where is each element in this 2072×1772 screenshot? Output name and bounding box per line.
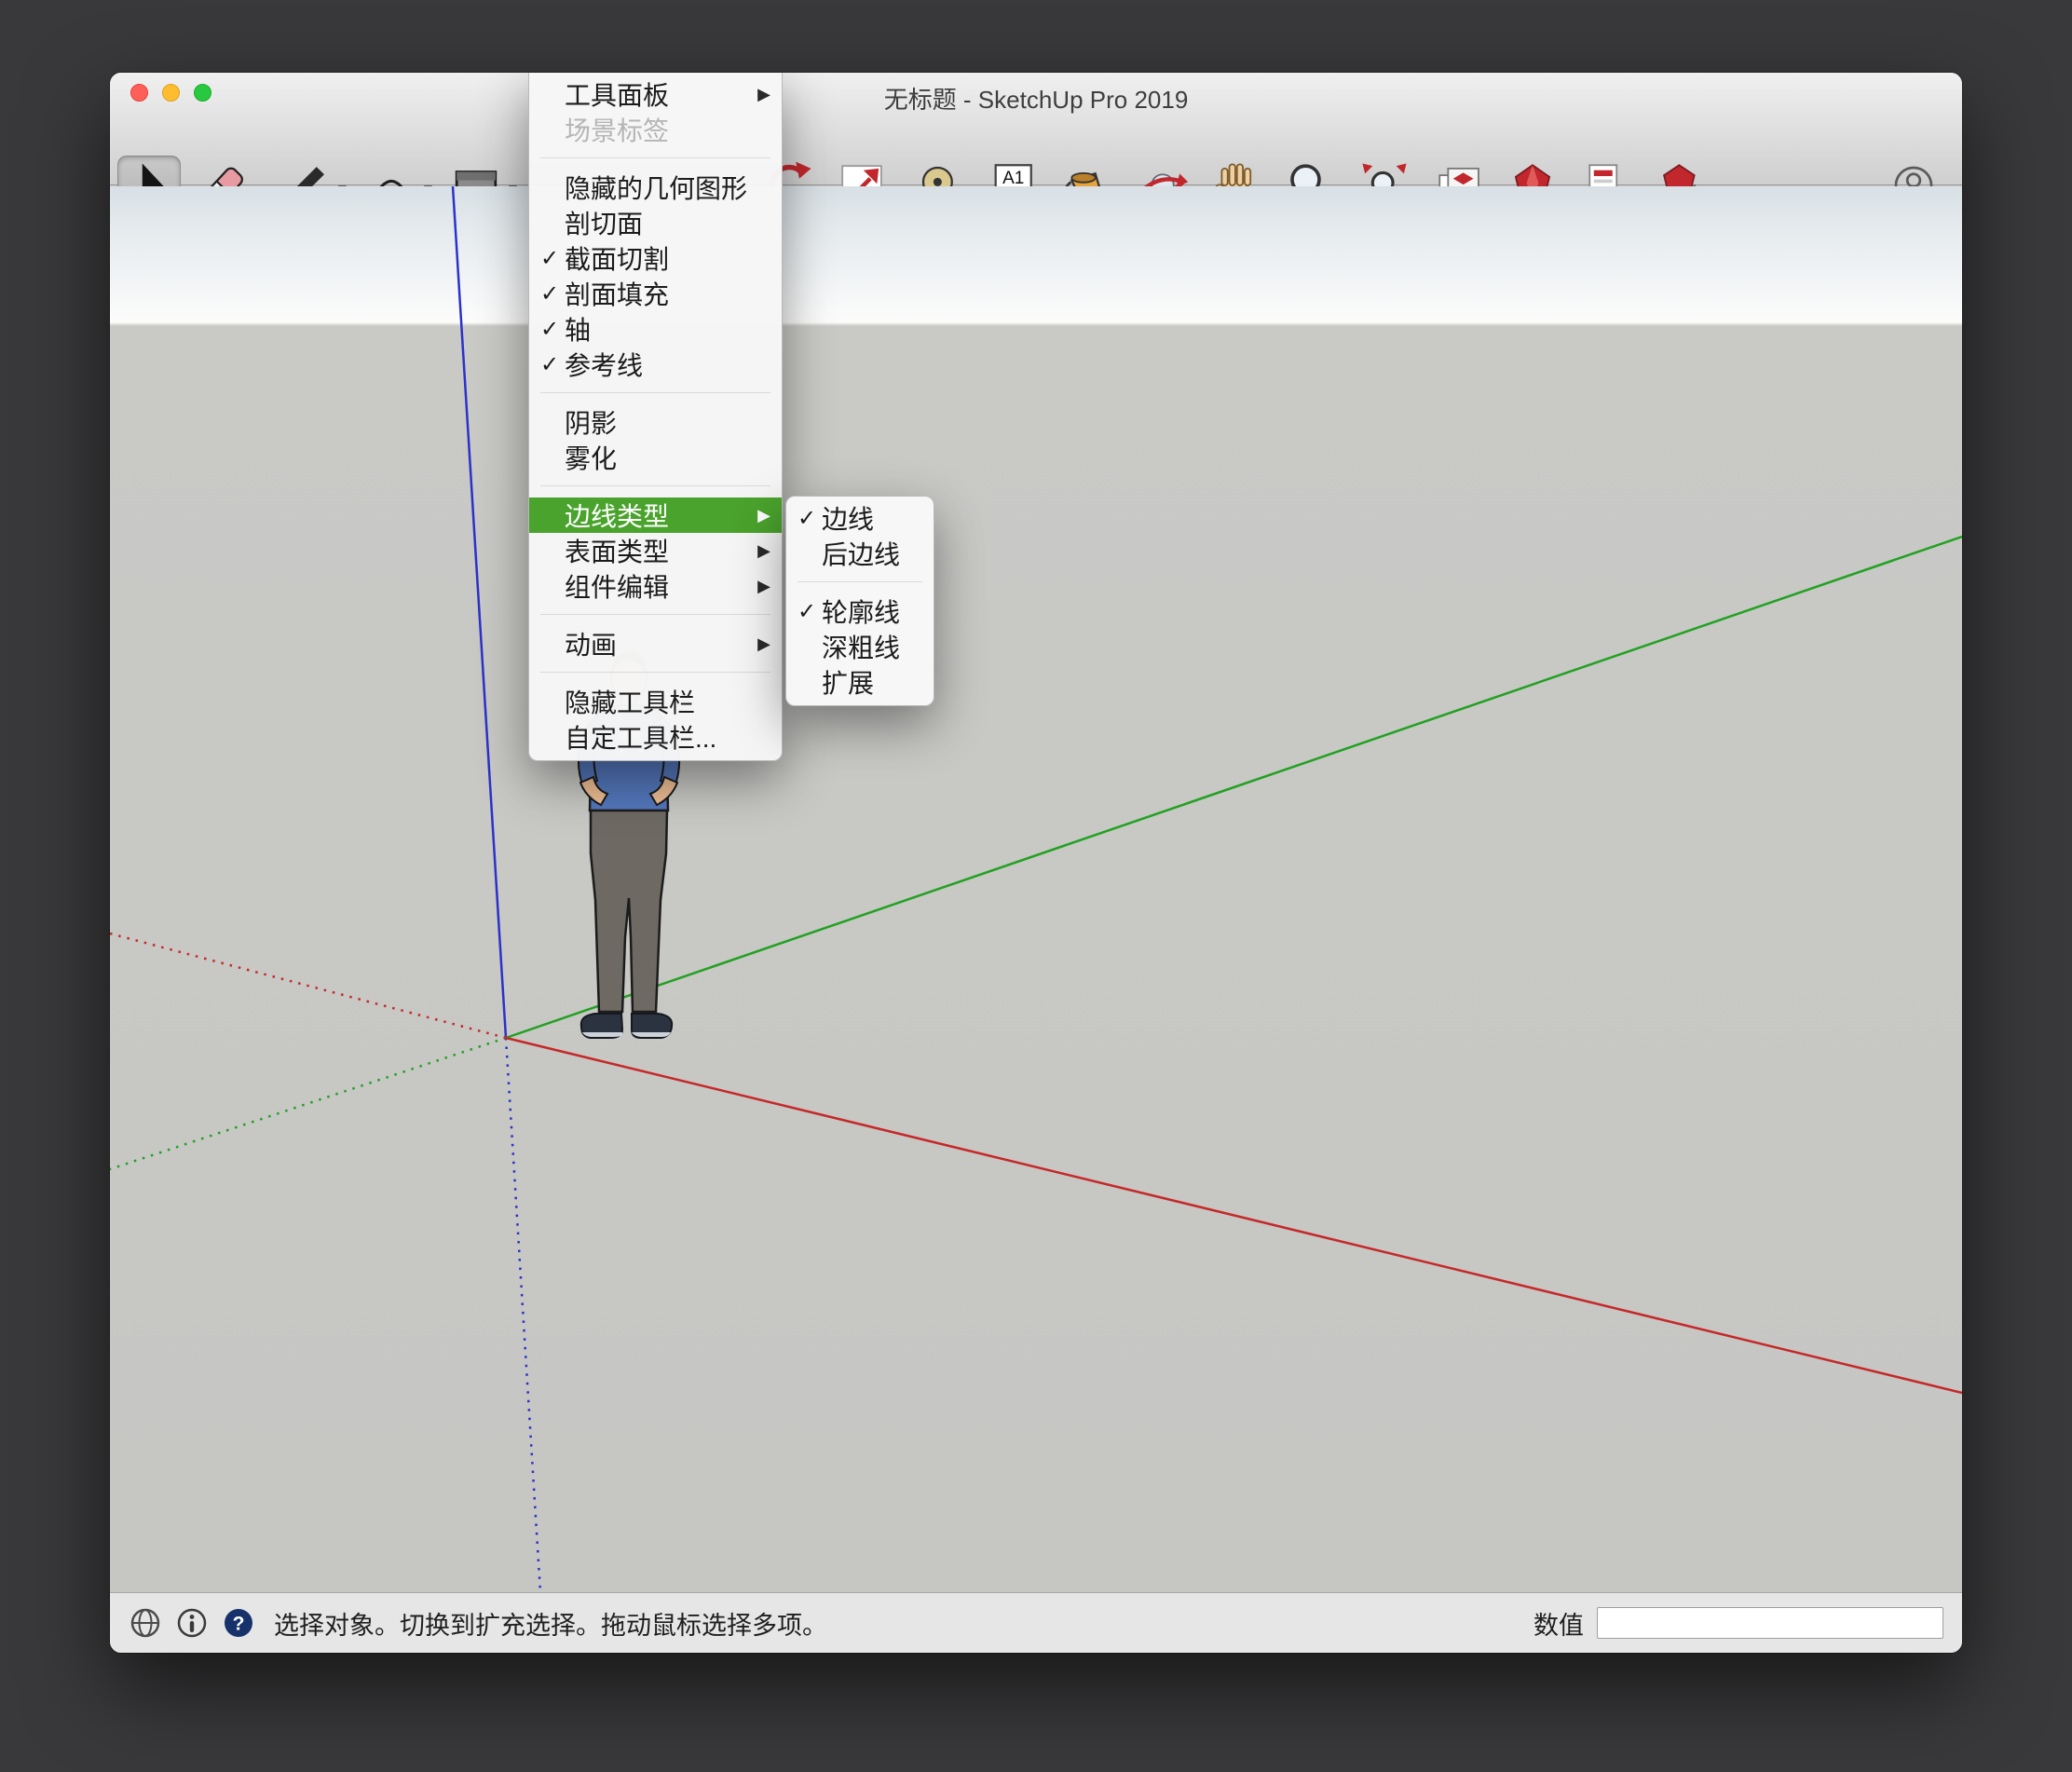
edge-style-submenu: ✓ 边线 后边线 ✓ 轮廓线 深粗线 扩展 <box>785 496 934 706</box>
checkmark-icon: ✓ <box>535 351 565 378</box>
toolbar: ▼ ▼ ▼ <box>110 112 1962 185</box>
submenu-item-profiles[interactable]: ✓ 轮廓线 <box>786 593 934 629</box>
help-icon[interactable]: ? <box>222 1606 255 1640</box>
checkmark-icon: ✓ <box>792 598 822 625</box>
submenu-arrow-icon: ▶ <box>757 85 770 104</box>
menu-item-fog[interactable]: 雾化 <box>529 440 782 475</box>
menu-item-component-edit[interactable]: 组件编辑 ▶ <box>529 568 782 604</box>
submenu-arrow-icon: ▶ <box>757 634 770 654</box>
menu-item-face-style[interactable]: 表面类型 ▶ <box>529 533 782 568</box>
checkmark-icon: ✓ <box>535 245 565 272</box>
menu-separator <box>540 392 770 393</box>
svg-text:A1: A1 <box>1002 169 1024 188</box>
measurement-input[interactable] <box>1597 1607 1943 1639</box>
checkmark-icon: ✓ <box>535 316 565 343</box>
menu-item-scene-tabs: 场景标签 <box>529 112 782 147</box>
menu-item-hidden-geometry[interactable]: 隐藏的几何图形 <box>529 170 782 205</box>
menu-item-edge-style[interactable]: 边线类型 ▶ <box>529 498 782 533</box>
status-bar: ? 选择对象。切换到扩充选择。拖动鼠标选择多项。 数值 <box>110 1592 1962 1653</box>
submenu-arrow-icon: ▶ <box>757 577 770 596</box>
menu-item-customize-toolbar[interactable]: 自定工具栏... <box>529 719 782 755</box>
title-bar: 无标题 - SketchUp Pro 2019 <box>110 73 1962 185</box>
menu-item-section-fill[interactable]: ✓ 剖面填充 <box>529 276 782 311</box>
submenu-item-depth-cue[interactable]: 深粗线 <box>786 629 934 664</box>
drawing-axes <box>110 186 1962 1592</box>
checkmark-icon: ✓ <box>792 505 822 532</box>
menu-item-axes[interactable]: ✓ 轴 <box>529 311 782 347</box>
submenu-item-extension[interactable]: 扩展 <box>786 664 934 700</box>
menu-item-hide-toolbar[interactable]: 隐藏工具栏 <box>529 684 782 719</box>
menu-item-section-cuts[interactable]: ✓ 截面切割 <box>529 240 782 276</box>
sketchup-window: 无标题 - SketchUp Pro 2019 <box>110 73 1962 1653</box>
submenu-arrow-icon: ▶ <box>757 541 770 561</box>
menu-separator <box>540 485 770 486</box>
menu-separator <box>540 672 770 673</box>
info-icon[interactable] <box>175 1606 209 1640</box>
submenu-item-back-edges[interactable]: 后边线 <box>786 536 934 571</box>
submenu-arrow-icon: ▶ <box>757 506 770 525</box>
window-title: 无标题 - SketchUp Pro 2019 <box>110 81 1962 116</box>
menu-item-animation[interactable]: 动画 ▶ <box>529 626 782 661</box>
submenu-item-edges[interactable]: ✓ 边线 <box>786 500 934 536</box>
checkmark-icon: ✓ <box>535 280 565 307</box>
menu-item-section-planes[interactable]: 剖切面 <box>529 205 782 240</box>
menu-separator <box>540 157 770 158</box>
svg-text:?: ? <box>233 1614 245 1635</box>
view-menu: 工具面板 ▶ 场景标签 隐藏的几何图形 剖切面 ✓ 截面切割 ✓ 剖面填充 <box>528 73 783 761</box>
menu-item-guides[interactable]: ✓ 参考线 <box>529 347 782 382</box>
measurement-label: 数值 <box>1534 1605 1584 1642</box>
menu-separator <box>540 614 770 615</box>
menu-item-shadows[interactable]: 阴影 <box>529 404 782 440</box>
viewport[interactable] <box>110 186 1962 1592</box>
geolocation-icon[interactable] <box>129 1606 162 1640</box>
status-message: 选择对象。切换到扩充选择。拖动鼠标选择多项。 <box>274 1605 827 1642</box>
menu-separator <box>797 581 922 582</box>
menu-item-tool-palettes[interactable]: 工具面板 ▶ <box>529 76 782 112</box>
